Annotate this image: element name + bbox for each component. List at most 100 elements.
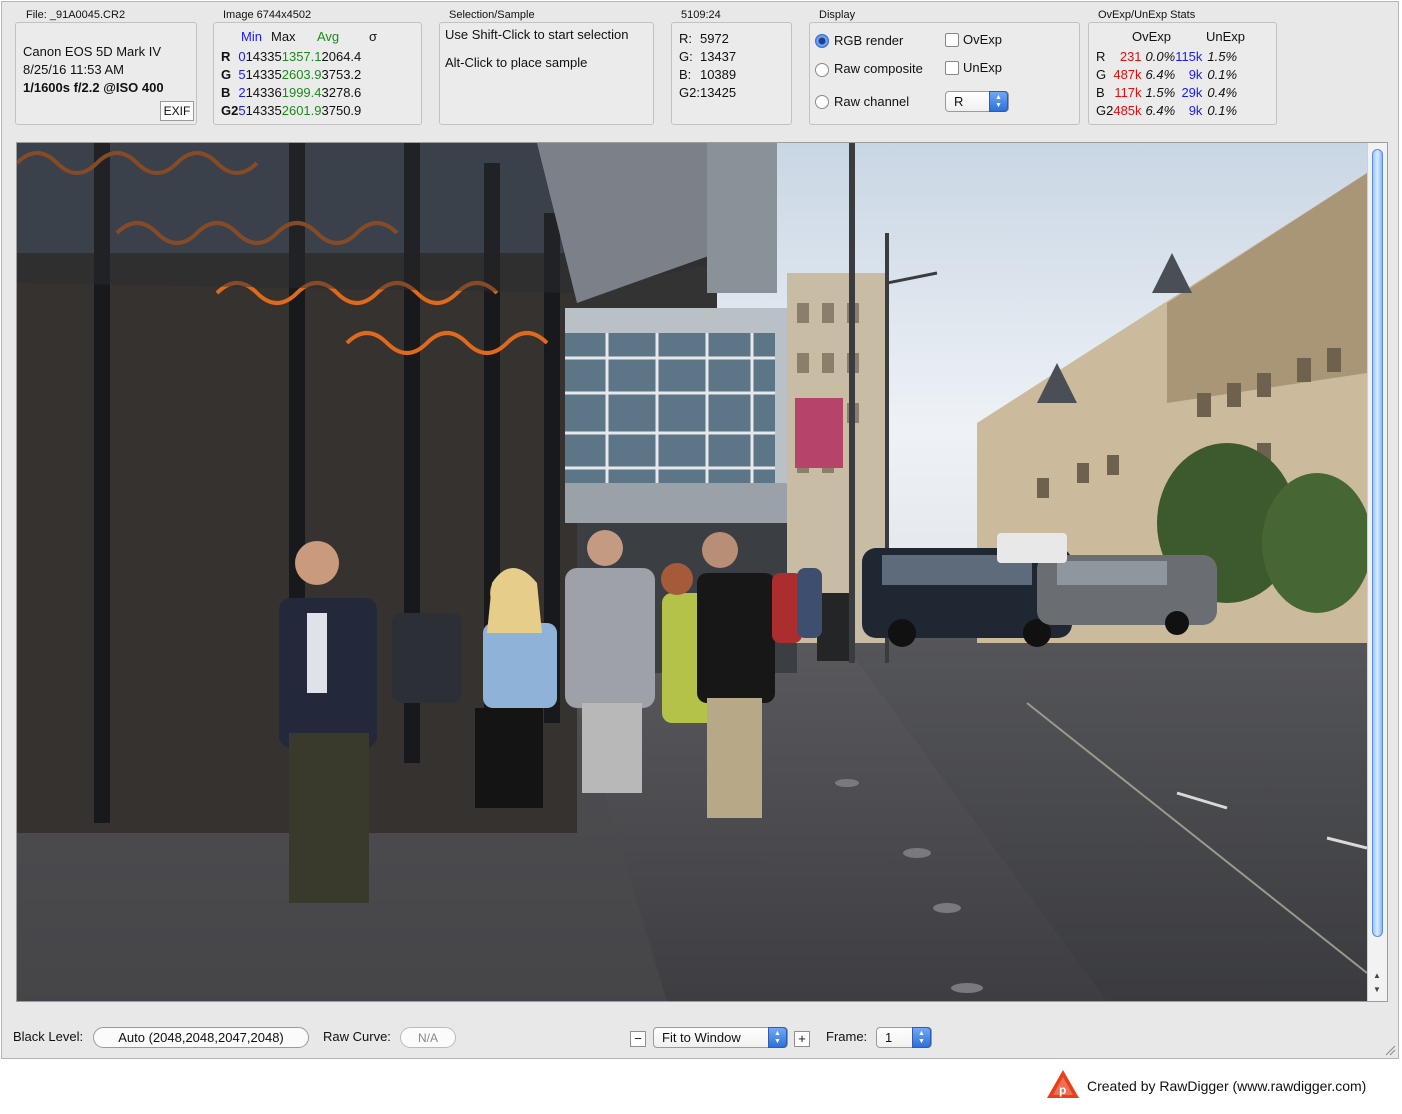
ovexp-checkbox[interactable] [945, 33, 959, 47]
raw-channel-select[interactable]: R ▲ ▼ [945, 91, 1009, 112]
avg-value: 1357.1 [281, 48, 322, 64]
exposure-settings: 1/1600s f/2.2 @ISO 400 [23, 80, 164, 95]
channel-label: R [1096, 48, 1106, 64]
avg-value: 1999.4 [281, 84, 322, 100]
table-row: B 117k 1.5% 29k 0.4% [1096, 83, 1237, 101]
photo-preview[interactable] [17, 143, 1367, 1001]
channel-label: G [221, 66, 232, 82]
channel-label: R [221, 48, 231, 64]
table-row: R: 5972 [679, 29, 736, 47]
raw-composite-radio[interactable] [815, 63, 829, 77]
avg-value: 2601.9 [281, 102, 322, 118]
resize-grip-icon[interactable] [1384, 1044, 1396, 1056]
pixel-value: 5972 [699, 30, 729, 46]
min-value: 5 [238, 66, 246, 82]
channel-label: B: [679, 66, 692, 82]
frame-select[interactable]: 1 ▲ ▼ [876, 1027, 932, 1048]
unexp-count: 9k [1188, 66, 1203, 82]
scroll-down-icon[interactable]: ▼ [1373, 985, 1381, 994]
pixel-value: 10389 [699, 66, 737, 82]
scroll-up-icon[interactable]: ▲ [1373, 971, 1381, 980]
channel-label: G2 [221, 102, 239, 118]
chevron-updown-icon: ▲ ▼ [912, 1027, 931, 1048]
table-row: G: 13437 [679, 47, 736, 65]
sample-hint: Alt-Click to place sample [445, 55, 588, 70]
ovexp-label[interactable]: OvExp [963, 32, 1002, 47]
table-row: G2 5 14335 2601.9 3750.9 [221, 101, 361, 119]
credit-text: Created by RawDigger (www.rawdigger.com) [1087, 1078, 1367, 1094]
raw-channel-label[interactable]: Raw channel [834, 94, 909, 109]
frame-label: Frame: [826, 1029, 868, 1044]
image-viewport[interactable]: ▲ ▼ [16, 142, 1388, 1002]
display-group-title: Display [819, 9, 856, 21]
black-level-label: Black Level: [13, 1029, 84, 1044]
ovexp-count: 231 [1119, 48, 1142, 64]
rgb-render-radio[interactable] [815, 34, 829, 48]
vertical-scrollbar[interactable]: ▲ ▼ [1367, 143, 1387, 1001]
channel-label: B [221, 84, 231, 100]
unexp-count: 115k [1175, 48, 1203, 64]
sigma-header: σ [369, 29, 378, 44]
max-header: Max [271, 29, 296, 44]
min-value: 5 [238, 102, 246, 118]
rawdigger-logo-icon: p [1047, 1070, 1079, 1098]
unexp-percent: 0.1% [1207, 66, 1238, 82]
svg-text:p: p [1059, 1083, 1066, 1097]
max-value: 14336 [245, 84, 282, 100]
capture-datetime: 8/25/16 11:53 AM [23, 62, 124, 77]
selection-hint: Use Shift-Click to start selection [445, 27, 629, 42]
raw-channel-radio[interactable] [815, 95, 829, 109]
pixel-readout-table: R: 5972 G: 13437 B: 10389 G2: 13425 [679, 29, 736, 101]
avg-value: 2603.9 [281, 66, 322, 82]
pixel-value: 13425 [699, 84, 737, 100]
zoom-out-button[interactable]: − [630, 1031, 646, 1047]
unexp-checkbox[interactable] [945, 61, 959, 75]
exif-button[interactable]: EXIF [160, 101, 194, 121]
ovexp-count: 117k [1114, 84, 1142, 100]
ovexp-percent: 0.0% [1145, 48, 1176, 64]
raw-curve-button[interactable]: N/A [400, 1027, 456, 1048]
sigma-value: 3750.9 [321, 102, 362, 118]
unexp-count: 9k [1188, 102, 1203, 118]
pixel-value: 13437 [699, 48, 737, 64]
table-row: R 0 14335 1357.1 2064.4 [221, 47, 361, 65]
min-value: 2 [238, 84, 246, 100]
unexp-label[interactable]: UnExp [963, 60, 1002, 75]
channel-label: R: [679, 30, 692, 46]
rgb-render-label[interactable]: RGB render [834, 33, 903, 48]
channel-label: G: [679, 48, 693, 64]
table-row: G 487k 6.4% 9k 0.1% [1096, 65, 1237, 83]
channel-label: B [1096, 84, 1105, 100]
sigma-value: 2064.4 [321, 48, 362, 64]
black-level-button[interactable]: Auto (2048,2048,2047,2048) [93, 1027, 309, 1048]
ovexp-percent: 6.4% [1145, 66, 1176, 82]
avg-header: Avg [317, 29, 340, 44]
ovexp-percent: 1.5% [1145, 84, 1176, 100]
zoom-select-value: Fit to Window [662, 1030, 741, 1045]
unexp-percent: 0.4% [1207, 84, 1238, 100]
file-group-title: File: _91A0045.CR2 [26, 9, 126, 21]
chevron-updown-icon: ▲ ▼ [989, 91, 1008, 112]
table-row: B 2 14336 1999.4 3278.6 [221, 83, 361, 101]
zoom-in-button[interactable]: + [794, 1031, 810, 1047]
ovexp-count: 487k [1113, 66, 1142, 82]
raw-composite-label[interactable]: Raw composite [834, 61, 923, 76]
ovexp-header: OvExp [1132, 29, 1172, 44]
sigma-value: 3753.2 [321, 66, 362, 82]
channel-label: G2: [679, 84, 700, 100]
max-value: 14335 [245, 48, 282, 64]
rawdigger-window: File: _91A0045.CR2 Canon EOS 5D Mark IV … [1, 1, 1399, 1059]
max-value: 14335 [245, 102, 282, 118]
scrollbar-thumb[interactable] [1372, 149, 1383, 937]
table-row: G2 485k 6.4% 9k 0.1% [1096, 101, 1237, 119]
unexp-percent: 0.1% [1207, 102, 1238, 118]
zoom-select[interactable]: Fit to Window ▲ ▼ [653, 1027, 788, 1048]
coords-title: 5109:24 [681, 9, 721, 21]
ovexp-count: 485k [1113, 102, 1142, 118]
unexp-count: 29k [1181, 84, 1203, 100]
ovexp-stats-table: R 231 0.0% 115k 1.5% G 487k 6.4% 9k 0.1%… [1096, 47, 1237, 119]
unexp-header: UnExp [1206, 29, 1246, 44]
channel-label: G2 [1096, 102, 1114, 118]
min-value: 0 [238, 48, 246, 64]
ovexp-group-title: OvExp/UnExp Stats [1098, 9, 1196, 21]
